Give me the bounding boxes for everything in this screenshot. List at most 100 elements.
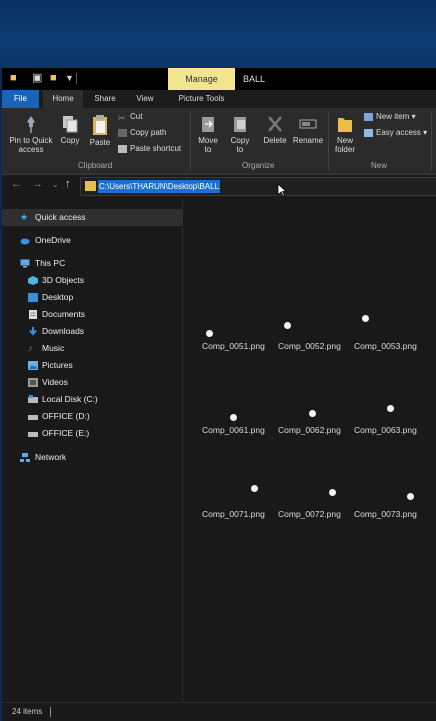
ball-image <box>206 330 213 337</box>
sidebar-item-label: Documents <box>42 309 85 319</box>
move-to-button[interactable]: Move to <box>196 114 220 154</box>
drive-icon <box>28 415 38 420</box>
file-explorer-window: ■ ▣ ■ ▼ Manage BALL File Home Share View… <box>2 68 436 721</box>
tab-share[interactable]: Share <box>87 90 123 108</box>
file-name: Comp_0071.png <box>202 509 265 519</box>
new-item-button[interactable]: New item ▾ <box>364 112 416 122</box>
file-name: Comp_0051.png <box>202 341 265 351</box>
star-icon: ★ <box>20 212 29 222</box>
file-thumbnail <box>354 447 424 507</box>
sidebar-item-label: OneDrive <box>35 235 71 245</box>
copy-button[interactable]: Copy <box>58 114 82 145</box>
easy-access-icon <box>364 128 373 137</box>
file-item[interactable]: Comp_0053.png <box>354 279 424 359</box>
disk-icon <box>28 395 38 403</box>
file-thumbnail <box>354 279 424 339</box>
back-arrow-icon[interactable]: ← <box>11 178 22 190</box>
ball-image <box>309 410 316 417</box>
rename-label: Rename <box>292 136 324 145</box>
file-item[interactable]: Comp_0071.png <box>202 447 272 527</box>
title-bar: ■ ▣ ■ ▼ Manage BALL <box>2 68 436 90</box>
sidebar-item-quick-access[interactable]: ★ Quick access <box>2 209 182 226</box>
sidebar-item-label: Videos <box>42 377 68 387</box>
sidebar-item-label: OFFICE (D:) <box>42 411 90 421</box>
ball-image <box>284 322 291 329</box>
folder-icon <box>85 181 96 191</box>
file-item[interactable]: Comp_0073.png <box>354 447 424 527</box>
tab-manage[interactable]: Manage <box>168 68 235 90</box>
pin-label: Pin to Quick <box>9 136 53 145</box>
delete-button[interactable]: Delete <box>260 114 290 145</box>
desktop-icon <box>28 293 38 302</box>
copy-to-button[interactable]: Copy to <box>228 114 252 154</box>
sidebar-item-label: 3D Objects <box>42 275 85 285</box>
cut-button[interactable]: ✂ Cut <box>118 112 143 123</box>
file-list: Comp_0051.png Comp_0052.png Comp_0053.pn… <box>183 199 436 702</box>
forward-arrow-icon[interactable]: → <box>32 178 43 190</box>
copy-to-label-2: to <box>236 145 244 154</box>
file-thumbnail <box>354 363 424 423</box>
status-divider <box>50 707 51 717</box>
file-item[interactable]: Comp_0061.png <box>202 363 272 443</box>
desktop-background <box>0 0 436 68</box>
rename-button[interactable]: Rename <box>292 114 324 145</box>
copy-path-icon <box>118 128 127 137</box>
sidebar-item-label: Pictures <box>42 360 73 370</box>
clipboard-icon <box>93 115 107 135</box>
new-group-label: New <box>371 161 388 170</box>
copy-path-button[interactable]: Copy path <box>118 128 166 138</box>
cloud-icon <box>20 238 30 245</box>
new-folder-button[interactable]: New folder <box>332 114 358 154</box>
address-path-input[interactable]: C:\Users\THARUN\Desktop\BALL <box>98 180 221 193</box>
address-bar[interactable]: C:\Users\THARUN\Desktop\BALL <box>80 177 436 196</box>
ball-image <box>230 414 237 421</box>
sidebar-item-label: Downloads <box>42 326 85 336</box>
new-item-icon <box>364 112 373 121</box>
file-thumbnail <box>278 279 348 339</box>
file-item[interactable]: Comp_0063.png <box>354 363 424 443</box>
recent-locations-chevron-icon[interactable]: ⌄ <box>52 180 59 189</box>
tab-file[interactable]: File <box>2 90 39 108</box>
delete-x-icon <box>268 116 282 132</box>
copy-label: Copy <box>60 136 80 145</box>
pin-label-2: access <box>18 145 44 154</box>
ribbon-tabs: File Home Share View Picture Tools <box>2 90 436 108</box>
customize-toolbar-icon[interactable]: ▼ <box>65 72 74 85</box>
move-to-label: Move <box>198 136 218 145</box>
document-icon <box>29 310 37 319</box>
ball-image <box>407 493 414 500</box>
file-item[interactable]: Comp_0052.png <box>278 279 348 359</box>
new-item-label: New item <box>376 112 410 121</box>
copy-icon <box>63 116 78 133</box>
properties-icon[interactable]: ▣ <box>32 72 42 85</box>
pin-to-quick-access-button[interactable]: Pin to Quick access <box>6 114 56 154</box>
rename-icon <box>299 119 317 129</box>
group-divider <box>328 112 329 170</box>
easy-access-button[interactable]: Easy access ▾ <box>364 128 427 138</box>
tab-home[interactable]: Home <box>43 90 83 108</box>
file-name: Comp_0052.png <box>278 341 341 351</box>
ball-image <box>251 485 258 492</box>
new-folder-icon[interactable]: ■ <box>50 72 57 85</box>
file-name: Comp_0062.png <box>278 425 341 435</box>
sidebar-item-label: Music <box>42 343 65 353</box>
cut-label: Cut <box>130 112 143 121</box>
tab-view[interactable]: View <box>128 90 162 108</box>
group-divider <box>431 112 432 170</box>
file-item[interactable]: Comp_0072.png <box>278 447 348 527</box>
file-name: Comp_0072.png <box>278 509 341 519</box>
clipboard-group-label: Clipboard <box>78 161 113 170</box>
ball-image <box>362 315 369 322</box>
file-thumbnail <box>202 447 272 507</box>
file-item[interactable]: Comp_0051.png <box>202 279 272 359</box>
tab-picture-tools[interactable]: Picture Tools <box>168 90 235 108</box>
file-name: Comp_0063.png <box>354 425 417 435</box>
paste-button[interactable]: Paste <box>86 114 114 147</box>
window-title: BALL <box>243 74 266 84</box>
sidebar-item-label: OFFICE (E:) <box>42 428 90 438</box>
file-name: Comp_0053.png <box>354 341 417 351</box>
up-arrow-icon[interactable]: ↑ <box>65 178 71 190</box>
file-item[interactable]: Comp_0062.png <box>278 363 348 443</box>
paste-shortcut-button[interactable]: Paste shortcut <box>118 144 181 154</box>
file-name: Comp_0061.png <box>202 425 265 435</box>
